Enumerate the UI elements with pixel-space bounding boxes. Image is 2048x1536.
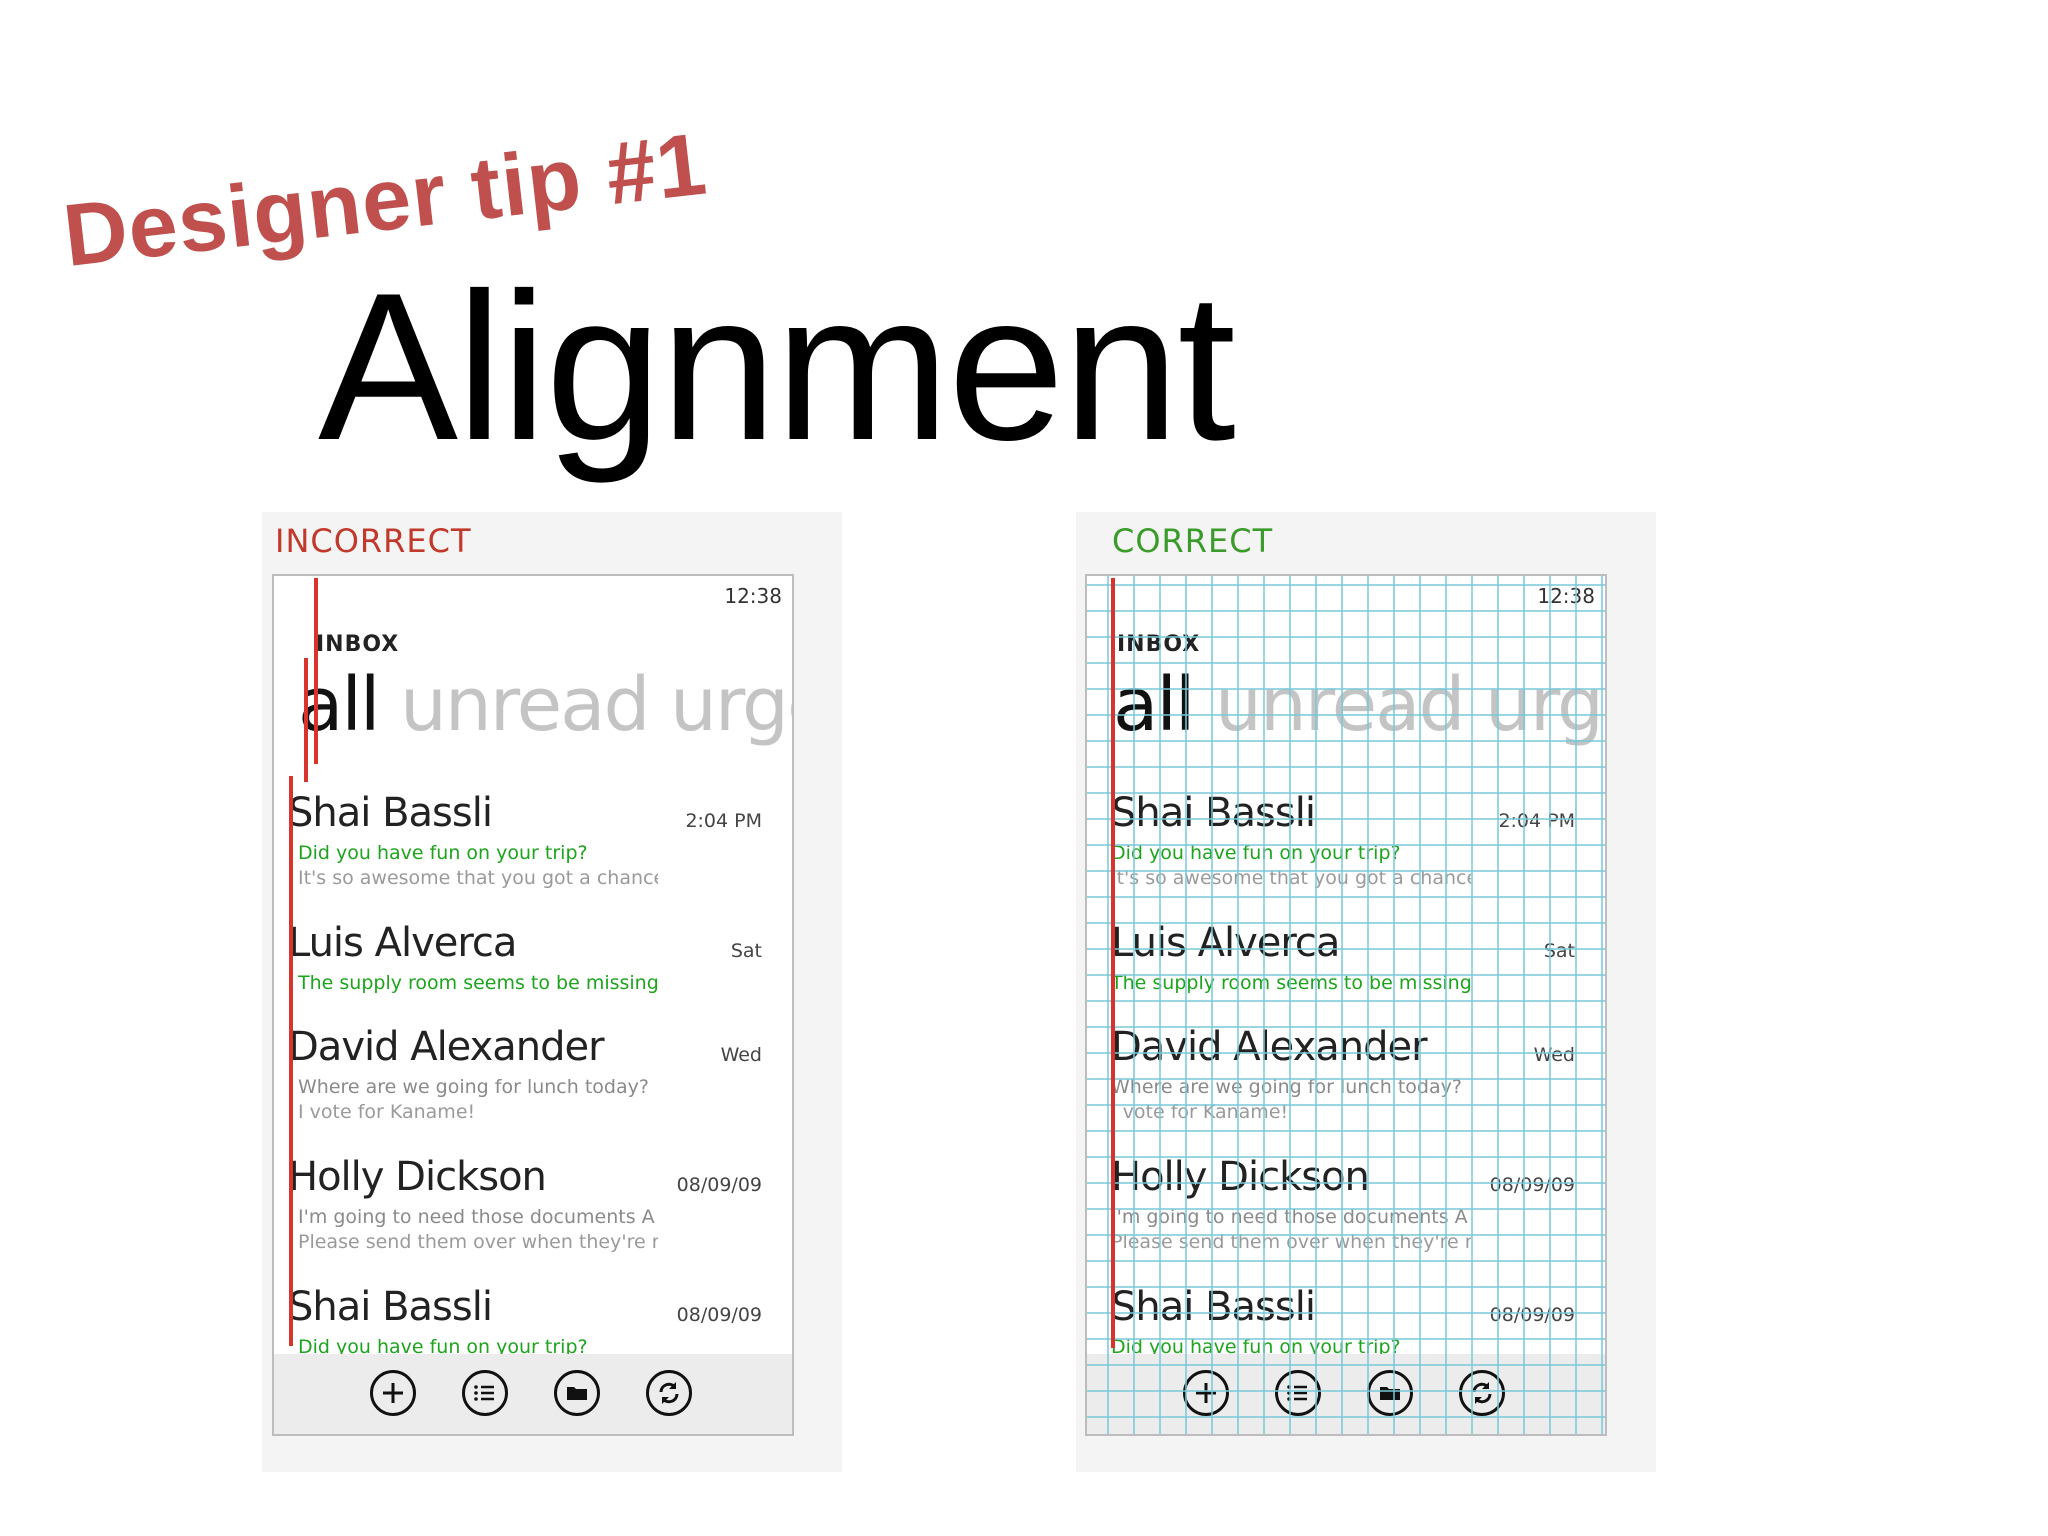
message-subject: Where are we going for lunch today? bbox=[298, 1076, 649, 1098]
inbox-title: INBOX bbox=[316, 632, 400, 657]
message-date: 2:04 PM bbox=[685, 810, 762, 832]
message-preview: I vote for Kaname! bbox=[1111, 1101, 1289, 1123]
alignment-guide-line bbox=[314, 578, 318, 764]
message-subject: I'm going to need those documents A bbox=[1111, 1206, 1468, 1228]
incorrect-label: INCORRECT bbox=[275, 522, 472, 560]
message-preview: I vote for Kaname! bbox=[298, 1101, 476, 1123]
pivot-header: all unread urgen bbox=[1113, 668, 1605, 742]
correct-phone: 12:38 INBOX all unread urgen Shai Bassli… bbox=[1085, 574, 1607, 1436]
incorrect-phone: 12:38 INBOX all unread urgen Shai Bassli… bbox=[272, 574, 794, 1436]
incorrect-phone-screen: 12:38 INBOX all unread urgen Shai Bassli… bbox=[274, 576, 792, 1434]
sender-name: Shai Bassli bbox=[1111, 790, 1316, 836]
slide-headline: Alignment bbox=[318, 249, 1236, 484]
sender-name: Shai Bassli bbox=[288, 1284, 493, 1330]
sender-name: Holly Dickson bbox=[1111, 1154, 1370, 1200]
message-subject: Did you have fun on your trip? bbox=[1111, 842, 1401, 864]
sender-name: David Alexander bbox=[1111, 1024, 1428, 1070]
message-preview: It's so awesome that you got a chance bbox=[298, 867, 658, 889]
sync-icon[interactable] bbox=[646, 1370, 692, 1416]
message-subject: Where are we going for lunch today? bbox=[1111, 1076, 1462, 1098]
folder-icon[interactable] bbox=[1367, 1370, 1413, 1416]
message-preview: It's so awesome that you got a chance bbox=[1111, 867, 1471, 889]
sender-name: Shai Bassli bbox=[288, 790, 493, 836]
app-bar bbox=[1087, 1354, 1605, 1434]
list-icon[interactable] bbox=[462, 1370, 508, 1416]
message-date: 08/09/09 bbox=[1489, 1304, 1575, 1326]
message-date: Sat bbox=[730, 940, 762, 962]
pivot-header: all unread urgen bbox=[298, 668, 792, 742]
message-date: 2:04 PM bbox=[1498, 810, 1575, 832]
alignment-guide-line bbox=[289, 776, 293, 1346]
message-preview: Please send them over when they're re bbox=[1111, 1231, 1471, 1253]
add-icon[interactable] bbox=[370, 1370, 416, 1416]
message-date: 08/09/09 bbox=[676, 1174, 762, 1196]
add-icon[interactable] bbox=[1183, 1370, 1229, 1416]
sender-name: Shai Bassli bbox=[1111, 1284, 1316, 1330]
sender-name: David Alexander bbox=[288, 1024, 605, 1070]
message-date: 08/09/09 bbox=[676, 1304, 762, 1326]
message-date: Wed bbox=[720, 1044, 762, 1066]
message-subject: I'm going to need those documents A bbox=[298, 1206, 655, 1228]
sender-name: Luis Alverca bbox=[288, 920, 517, 966]
alignment-guide-line bbox=[304, 658, 308, 782]
app-bar bbox=[274, 1354, 792, 1434]
message-preview: Please send them over when they're re bbox=[298, 1231, 658, 1253]
pivot-all[interactable]: all bbox=[298, 662, 380, 748]
message-subject: Did you have fun on your trip? bbox=[298, 842, 588, 864]
inbox-title: INBOX bbox=[1117, 632, 1201, 657]
message-date: 08/09/09 bbox=[1489, 1174, 1575, 1196]
correct-label: CORRECT bbox=[1112, 522, 1274, 560]
clock: 12:38 bbox=[1537, 584, 1595, 608]
message-date: Sat bbox=[1543, 940, 1575, 962]
message-subject: The supply room seems to be missing bbox=[1111, 972, 1471, 994]
list-icon[interactable] bbox=[1275, 1370, 1321, 1416]
pivot-unread-urgent[interactable]: unread urgen bbox=[1215, 662, 1605, 748]
folder-icon[interactable] bbox=[554, 1370, 600, 1416]
message-date: Wed bbox=[1533, 1044, 1575, 1066]
sync-icon[interactable] bbox=[1459, 1370, 1505, 1416]
correct-phone-screen: 12:38 INBOX all unread urgen Shai Bassli… bbox=[1087, 576, 1605, 1434]
clock: 12:38 bbox=[724, 584, 782, 608]
sender-name: Holly Dickson bbox=[288, 1154, 547, 1200]
pivot-unread-urgent[interactable]: unread urgen bbox=[400, 662, 792, 748]
sender-name: Luis Alverca bbox=[1111, 920, 1340, 966]
message-subject: The supply room seems to be missing bbox=[298, 972, 658, 994]
pivot-all[interactable]: all bbox=[1113, 662, 1195, 748]
alignment-guide-line bbox=[1111, 578, 1115, 1348]
